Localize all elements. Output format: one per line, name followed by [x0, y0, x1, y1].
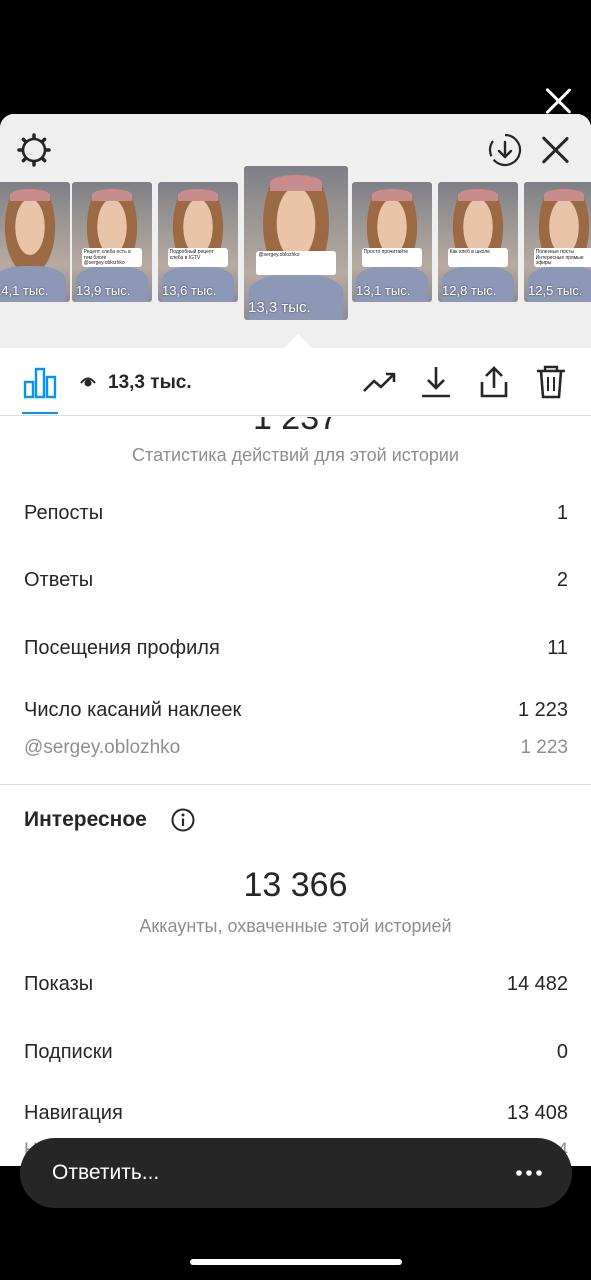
story-views-label: 13,3 тыс.: [248, 299, 311, 316]
active-story-pointer: [284, 334, 312, 348]
stat-row-replies: Ответы 2: [24, 569, 568, 592]
close-icon[interactable]: [539, 134, 571, 166]
stories-header: 14,1 тыс. Рецепт хлеба есть в тем блоге …: [0, 114, 591, 348]
info-icon[interactable]: [171, 808, 195, 832]
story-thumbnails: 14,1 тыс. Рецепт хлеба есть в тем блоге …: [0, 166, 591, 322]
stat-row-reposts: Репосты 1: [24, 502, 568, 525]
reply-input[interactable]: Ответить...: [20, 1138, 572, 1208]
stat-value: 0: [556, 1041, 568, 1063]
stat-value: 13 408: [506, 1102, 568, 1124]
story-sticker: Просто прочитайте: [361, 248, 423, 268]
stat-row-follows: Подписки 0: [24, 1041, 568, 1064]
stat-label: Подписки: [24, 1041, 113, 1063]
story-views-label: 12,8 тыс.: [442, 283, 497, 298]
story-views-label: 12,5 тыс.: [528, 283, 583, 298]
views-count: 13,3 тыс.: [108, 372, 192, 393]
download-icon[interactable]: [418, 364, 454, 400]
bar-chart-icon[interactable]: [22, 364, 58, 400]
story-thumbnail[interactable]: Рецепт хлеба есть в тем блоге @sergey.ob…: [72, 182, 152, 302]
story-thumbnail[interactable]: Подробный рецепт хлеба в IGTV 13,6 тыс.: [158, 182, 238, 302]
story-sticker: Полезные посты Интересные прямые эфиры: [533, 248, 591, 268]
insights-sheet: 14,1 тыс. Рецепт хлеба есть в тем блоге …: [0, 114, 591, 1166]
close-viewer-button[interactable]: [543, 86, 573, 116]
story-views-label: 13,6 тыс.: [162, 283, 217, 298]
story-thumbnail[interactable]: Просто прочитайте 13,1 тыс.: [352, 182, 432, 302]
reach-number: 13 366: [243, 866, 348, 904]
stat-value: 1 223: [517, 699, 568, 721]
story-thumbnail[interactable]: Полезные посты Интересные прямые эфиры 1…: [524, 182, 591, 302]
more-options-icon[interactable]: [514, 1168, 544, 1178]
home-indicator: [190, 1259, 402, 1265]
stat-value: 1 223: [520, 737, 568, 758]
stat-row-navigation: Навигация 13 408: [24, 1102, 568, 1125]
reply-placeholder: Ответить...: [52, 1161, 160, 1184]
share-icon[interactable]: [476, 364, 512, 400]
story-thumbnail-active[interactable]: @sergey.oblozhko 13,3 тыс.: [244, 166, 348, 320]
insights-toolbar: 13,3 тыс.: [0, 348, 591, 416]
stat-label: Посещения профиля: [24, 637, 220, 659]
trash-icon[interactable]: [533, 364, 569, 400]
stat-label: Навигация: [24, 1102, 123, 1124]
story-views-label: 14,1 тыс.: [0, 283, 49, 298]
story-sticker: Как хлеб в школе: [447, 248, 509, 268]
stat-row-sticker-mention[interactable]: @sergey.oblozhko 1 223: [24, 737, 568, 759]
stat-value: 2: [556, 569, 568, 591]
reach-caption: Аккаунты, охваченные этой историей: [139, 916, 452, 936]
gear-icon[interactable]: [16, 132, 52, 168]
discovery-title: Интересное: [24, 808, 147, 831]
story-views-label: 13,9 тыс.: [76, 283, 131, 298]
trend-icon[interactable]: [362, 364, 398, 400]
stat-label: Ответы: [24, 569, 94, 591]
stat-label: Число касаний наклеек: [24, 699, 242, 721]
stat-label: @sergey.oblozhko: [24, 737, 181, 758]
story-sticker: Подробный рецепт хлеба в IGTV: [167, 248, 229, 268]
scrolled-number-clip: 1 237: [0, 417, 591, 437]
stat-value: 14 482: [506, 973, 568, 995]
stat-value: 11: [547, 637, 568, 659]
actions-caption: Статистика действий для этой истории: [132, 445, 459, 465]
story-sticker: Рецепт хлеба есть в тем блоге @sergey.ob…: [81, 248, 143, 268]
stat-row-profile-visits: Посещения профиля 11: [24, 637, 568, 660]
active-tab-indicator: [22, 412, 58, 414]
download-circle-icon[interactable]: [487, 132, 523, 168]
story-views-label: 13,1 тыс.: [356, 283, 411, 298]
eye-icon: [80, 377, 96, 387]
stat-value: 1: [556, 502, 568, 524]
story-thumbnail[interactable]: Как хлеб в школе 12,8 тыс.: [438, 182, 518, 302]
story-thumbnail[interactable]: 14,1 тыс.: [0, 182, 70, 302]
actions-total: 1 237: [252, 417, 339, 437]
stat-label: Репосты: [24, 502, 104, 524]
stat-row-impressions: Показы 14 482: [24, 973, 568, 996]
section-divider: [0, 784, 591, 785]
stat-label: Показы: [24, 973, 94, 995]
stat-row-sticker-taps: Число касаний наклеек 1 223: [24, 699, 568, 722]
story-sticker: @sergey.oblozhko: [256, 250, 336, 276]
